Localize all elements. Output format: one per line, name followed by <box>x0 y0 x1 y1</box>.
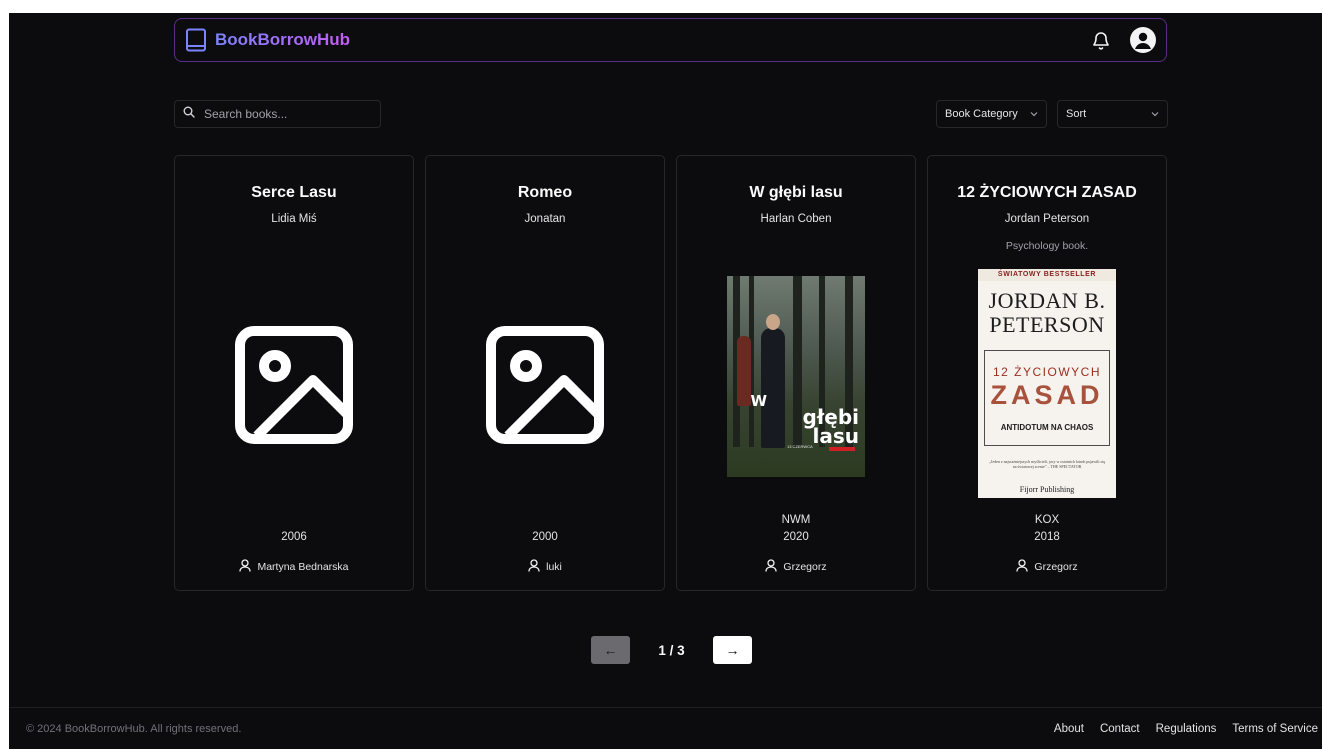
book-description: Psychology book. <box>1005 240 1089 252</box>
cover-author-line: PETERSON <box>989 312 1105 337</box>
footer-link-regulations[interactable]: Regulations <box>1156 723 1217 735</box>
book-title: Romeo <box>517 184 573 201</box>
book-author: Jordan Peterson <box>1004 213 1090 225</box>
pagination: ← 1 / 3 → <box>591 636 752 664</box>
bell-icon[interactable] <box>1092 30 1110 50</box>
arrow-right-icon: → <box>725 642 740 658</box>
navbar-actions <box>1092 27 1156 53</box>
cover-small-text: 13 CZERWCA <box>787 444 813 449</box>
cover-rule <box>984 350 1110 351</box>
book-card[interactable]: Serce Lasu Lidia Miś 2006 Martyna Bednar… <box>174 155 414 591</box>
footer-links: About Contact Regulations Terms of Servi… <box>1054 723 1318 735</box>
search-input[interactable] <box>202 106 376 122</box>
cover-publisher: Fijorr Publishing <box>1019 485 1075 494</box>
arrow-left-icon: ← <box>603 642 618 658</box>
cover-figure-head <box>766 314 780 330</box>
footer: © 2024 BookBorrowHub. All rights reserve… <box>9 707 1322 749</box>
book-year: 2018 <box>1034 531 1060 543</box>
user-icon <box>765 559 778 575</box>
book-title: Serce Lasu <box>251 184 337 201</box>
cover-bestseller: ŚWIATOWY BESTSELLER <box>978 269 1116 281</box>
cover-title: W głębi lasu <box>751 394 859 447</box>
book-owner: Grzegorz <box>928 559 1166 575</box>
book-year: 2020 <box>783 531 809 543</box>
book-year: 2006 <box>281 531 307 543</box>
book-card[interactable]: Romeo Jonatan 2000 luki <box>425 155 665 591</box>
brand[interactable]: BookBorrowHub <box>185 28 350 52</box>
book-card[interactable]: 12 ŻYCIOWYCH ZASAD Jordan Peterson Psych… <box>927 155 1167 591</box>
book-author: Harlan Coben <box>760 213 832 225</box>
cover-quote: „Jeden z najważniejszych myślicieli, jac… <box>989 459 1105 469</box>
app-root: BookBorrowHub B <box>9 13 1322 749</box>
image-placeholder-icon <box>235 326 353 444</box>
previous-page-button[interactable]: ← <box>591 636 630 664</box>
book-owner: Martyna Bednarska <box>175 559 413 575</box>
owner-name: Grzegorz <box>783 561 827 573</box>
book-title: 12 ŻYCIOWYCH ZASAD <box>957 184 1137 201</box>
book-publisher: NWM <box>781 514 811 526</box>
search-icon <box>183 105 195 123</box>
user-avatar-icon[interactable] <box>1130 27 1156 53</box>
book-year: 2000 <box>532 531 558 543</box>
chevron-down-icon <box>1030 109 1038 119</box>
book-owner: Grzegorz <box>677 559 915 575</box>
book-category-label: Book Category <box>945 108 1018 120</box>
cover-author-line: JORDAN B. <box>988 288 1106 313</box>
page-indicator: 1 / 3 <box>658 642 685 658</box>
book-owner: luki <box>426 559 664 575</box>
chevron-down-icon <box>1151 109 1159 119</box>
user-icon <box>528 559 540 575</box>
cover-author: JORDAN B. PETERSON <box>978 289 1116 337</box>
cover-figure <box>761 328 785 448</box>
book-cover-image: ŚWIATOWY BESTSELLER JORDAN B. PETERSON 1… <box>978 269 1116 498</box>
user-icon <box>1016 559 1029 575</box>
search-box[interactable] <box>174 100 381 128</box>
book-author: Lidia Miś <box>271 213 317 225</box>
cover-subtitle: 12 ŻYCIOWYCH <box>992 365 1101 379</box>
cover-subtitle-main: ZASAD <box>990 380 1104 410</box>
sort-label: Sort <box>1066 108 1087 120</box>
cover-figure <box>737 336 751 406</box>
copyright-text: © 2024 BookBorrowHub. All rights reserve… <box>26 722 242 735</box>
footer-link-terms[interactable]: Terms of Service <box>1232 723 1318 735</box>
owner-name: Grzegorz <box>1034 561 1078 573</box>
book-author: Jonatan <box>524 213 566 225</box>
brand-name: BookBorrowHub <box>215 30 351 49</box>
book-card[interactable]: W głębi lasu Harlan Coben W głębi lasu 1… <box>676 155 916 591</box>
book-title: W głębi lasu <box>749 184 843 201</box>
cover-rule <box>984 445 1110 446</box>
user-icon <box>239 559 252 575</box>
owner-name: Martyna Bednarska <box>257 561 349 573</box>
owner-name: luki <box>546 561 562 573</box>
book-grid: Serce Lasu Lidia Miś 2006 Martyna Bednar… <box>174 155 1167 591</box>
cover-tagline: ANTIDOTUM NA CHAOS <box>1000 423 1094 432</box>
book-cover-image: W głębi lasu 13 CZERWCA <box>727 276 865 477</box>
netflix-logo <box>829 447 855 451</box>
footer-link-contact[interactable]: Contact <box>1100 723 1140 735</box>
footer-link-about[interactable]: About <box>1054 723 1084 735</box>
navbar: BookBorrowHub <box>174 18 1167 62</box>
cover-tree <box>793 276 802 447</box>
sort-select[interactable]: Sort <box>1057 100 1168 128</box>
book-publisher: KOX <box>1034 514 1060 526</box>
next-page-button[interactable]: → <box>713 636 752 664</box>
image-placeholder-icon <box>486 326 604 444</box>
book-category-select[interactable]: Book Category <box>936 100 1047 128</box>
book-icon <box>185 28 207 52</box>
